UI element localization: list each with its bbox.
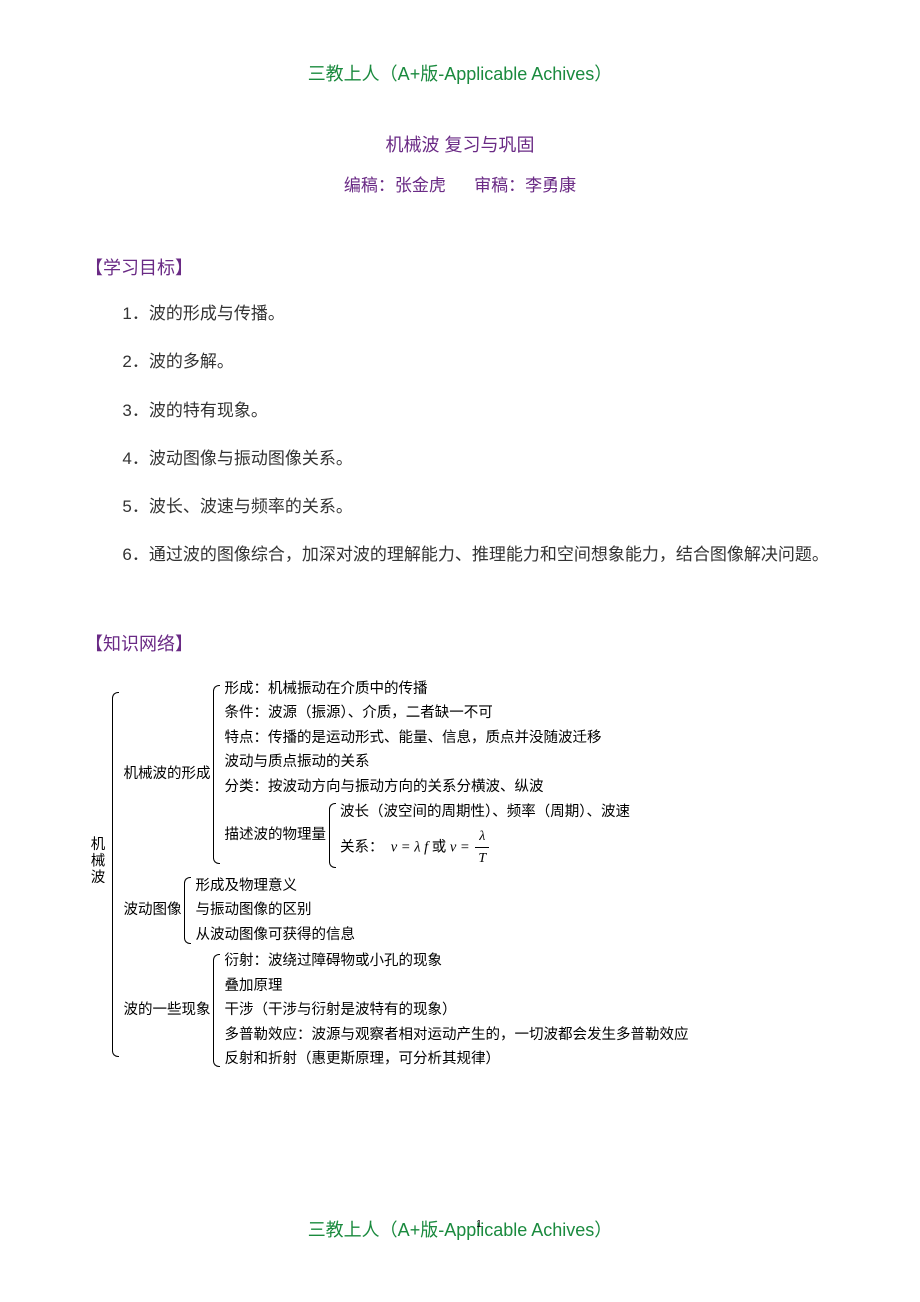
net-branch-formation: 机械波的形成 形成：机械振动在介质中的传播 条件：波源（振源）、介质，二者缺一不…	[123, 676, 688, 873]
goal-item: 6．通过波的图像综合，加深对波的理解能力、推理能力和空间想象能力，结合图像解决问…	[85, 539, 835, 571]
net-leaf: 多普勒效应：波源与观察者相对运动产生的，一切波都会发生多普勒效应	[224, 1023, 688, 1047]
reviewer-name: 李勇康	[525, 176, 576, 195]
footer-mark: 三教上人（A+版-App1licable Achives）	[0, 1216, 920, 1242]
net-level2: 衍射：波绕过障碍物或小孔的现象 叠加原理 干涉（干涉与衍射是波特有的现象） 多普…	[224, 949, 688, 1071]
brace-icon	[327, 800, 337, 871]
fraction: λ T	[475, 826, 489, 870]
section-network-heading: 【知识网络】	[85, 630, 835, 656]
footer-text-right: licable Achives）	[476, 1220, 612, 1240]
brace-icon	[211, 949, 221, 1071]
formula-label: 关系：	[340, 839, 384, 855]
formula: v = λ f	[391, 839, 428, 855]
knowledge-network: 机械波 机械波的形成 形成：机械振动在介质中的传播 条件：波源（振源）、介质，二…	[85, 676, 835, 1073]
author-line: 编稿：张金虎 审稿：李勇康	[85, 171, 835, 196]
editor-label: 编稿：	[344, 176, 395, 195]
goal-item: 1．波的形成与传播。	[85, 298, 835, 330]
net-branch-label: 波动图像	[123, 899, 181, 921]
brace-icon	[110, 676, 120, 1073]
net-branch-phenomena: 波的一些现象 衍射：波绕过障碍物或小孔的现象 叠加原理 干涉（干涉与衍射是波特有…	[123, 948, 688, 1072]
section-goals-heading: 【学习目标】	[85, 254, 835, 280]
formula-sep: 或	[432, 839, 450, 855]
doc-title: 机械波 复习与巩固	[85, 131, 835, 157]
fraction-denominator: T	[475, 848, 489, 870]
net-level3: 波长（波空间的周期性）、频率（周期）、波速 关系： v = λ f 或 v = …	[340, 800, 630, 871]
net-branch-image: 波动图像 形成及物理意义 与振动图像的区别 从波动图像可获得的信息	[123, 873, 688, 948]
net-leaf: 叠加原理	[224, 974, 688, 998]
goal-item: 4．波动图像与振动图像关系。	[85, 443, 835, 475]
fraction-numerator: λ	[475, 826, 489, 849]
net-branch-label: 机械波的形成	[123, 763, 210, 785]
footer-text-left: 三教上人（A+版-App	[308, 1220, 477, 1240]
brace-icon	[211, 677, 221, 872]
net-leaf: 干涉（干涉与衍射是波特有的现象）	[224, 998, 688, 1022]
net-branch-quantities: 描述波的物理量 波长（波空间的周期性）、频率（周期）、波速 关系： v = λ …	[224, 799, 630, 872]
net-leaf: 波长（波空间的周期性）、频率（周期）、波速	[340, 800, 630, 824]
net-leaf: 反射和折射（惠更斯原理，可分析其规律）	[224, 1047, 688, 1071]
goals-list: 1．波的形成与传播。 2．波的多解。 3．波的特有现象。 4．波动图像与振动图像…	[85, 298, 835, 572]
net-leaf: 从波动图像可获得的信息	[195, 923, 355, 947]
goal-item: 2．波的多解。	[85, 346, 835, 378]
net-level2: 形成及物理意义 与振动图像的区别 从波动图像可获得的信息	[195, 874, 355, 947]
header-mark: 三教上人（A+版-Applicable Achives）	[85, 60, 835, 86]
net-leaf-formula: 关系： v = λ f 或 v = λ T	[340, 825, 630, 871]
net-leaf: 形成：机械振动在介质中的传播	[224, 677, 630, 701]
brace-icon	[182, 874, 192, 947]
net-leaf: 形成及物理意义	[195, 874, 355, 898]
net-branch-label: 波的一些现象	[123, 999, 210, 1021]
goal-item: 5．波长、波速与频率的关系。	[85, 491, 835, 523]
page: 三教上人（A+版-Applicable Achives） 机械波 复习与巩固 编…	[0, 0, 920, 1302]
net-leaf: 条件：波源（振源）、介质，二者缺一不可	[224, 701, 630, 725]
net-root-label: 机械波	[85, 676, 109, 1073]
net-branch-label: 描述波的物理量	[224, 824, 326, 846]
net-level2: 形成：机械振动在介质中的传播 条件：波源（振源）、介质，二者缺一不可 特点：传播…	[224, 677, 630, 872]
net-leaf: 衍射：波绕过障碍物或小孔的现象	[224, 949, 688, 973]
net-leaf: 分类：按波动方向与振动方向的关系分横波、纵波	[224, 775, 630, 799]
formula-v: v =	[450, 839, 470, 855]
reviewer-label: 审稿：	[474, 176, 525, 195]
goal-item: 3．波的特有现象。	[85, 395, 835, 427]
net-leaf: 特点：传播的是运动形式、能量、信息，质点并没随波迁移	[224, 726, 630, 750]
net-leaf: 波动与质点振动的关系	[224, 750, 630, 774]
net-level1: 机械波的形成 形成：机械振动在介质中的传播 条件：波源（振源）、介质，二者缺一不…	[123, 676, 688, 1073]
editor-name: 张金虎	[395, 176, 446, 195]
net-leaf: 与振动图像的区别	[195, 898, 355, 922]
